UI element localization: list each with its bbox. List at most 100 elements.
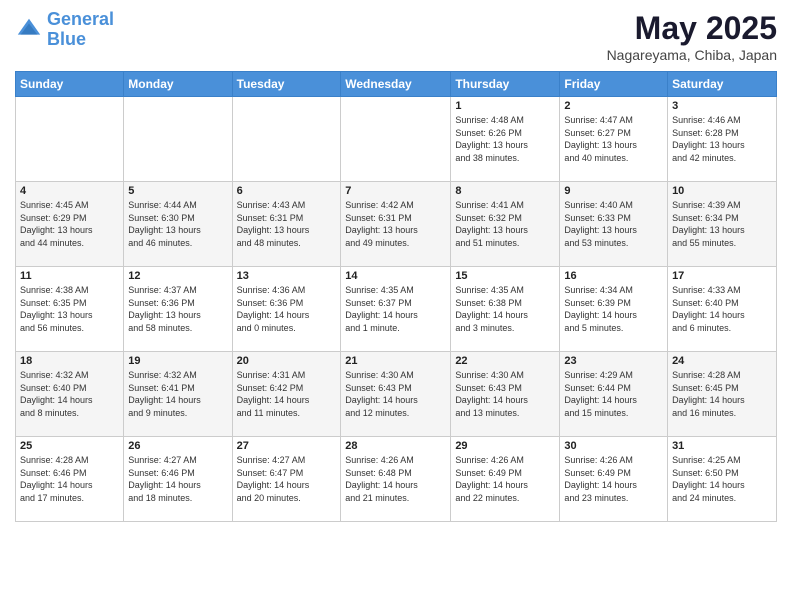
table-row: 7Sunrise: 4:42 AM Sunset: 6:31 PM Daylig…: [341, 182, 451, 267]
table-row: 20 Sunrise: 4:31 AM Sunset: 6:42 PM Dayli…: [232, 352, 341, 437]
day-number: 16: [564, 270, 663, 282]
day-number: 29: [455, 440, 555, 452]
day-info: Sunrise: 4:26 AM Sunset: 6:48 PM Dayligh…: [345, 454, 446, 504]
col-tuesday: Tuesday: [232, 72, 341, 97]
day-info: Sunrise: 4:35 AM Sunset: 6:37 PM Dayligh…: [345, 284, 446, 334]
day-number: 21: [345, 355, 446, 367]
table-row: 9Sunrise: 4:40 AM Sunset: 6:33 PM Daylig…: [560, 182, 668, 267]
day-info: Sunrise: 4:47 AM Sunset: 6:27 PM Dayligh…: [564, 114, 663, 164]
day-info: Sunrise: 4:40 AM Sunset: 6:33 PM Dayligh…: [564, 199, 663, 249]
table-row: 3 Sunrise: 4:46 AM Sunset: 6:28 PM Daylig…: [668, 97, 777, 182]
subtitle: Nagareyama, Chiba, Japan: [607, 47, 777, 63]
day-info: Sunrise: 4:34 AM Sunset: 6:39 PM Dayligh…: [564, 284, 663, 334]
day-number: 12: [128, 270, 227, 282]
day-number: 25: [20, 440, 119, 452]
table-row: 15 Sunrise: 4:35 AM Sunset: 6:38 PM Dayli…: [451, 267, 560, 352]
day-number: 28: [345, 440, 446, 452]
table-row: 12 Sunrise: 4:37 AM Sunset: 6:36 PM Dayli…: [124, 267, 232, 352]
col-saturday: Saturday: [668, 72, 777, 97]
day-number: 20: [237, 355, 337, 367]
day-info: Sunrise: 4:28 AM Sunset: 6:46 PM Dayligh…: [20, 454, 119, 504]
day-info: Sunrise: 4:44 AM Sunset: 6:30 PM Dayligh…: [128, 199, 227, 249]
day-info: Sunrise: 4:46 AM Sunset: 6:28 PM Dayligh…: [672, 114, 772, 164]
table-row: 6Sunrise: 4:43 AM Sunset: 6:31 PM Daylig…: [232, 182, 341, 267]
day-info: Sunrise: 4:32 AM Sunset: 6:40 PM Dayligh…: [20, 369, 119, 419]
table-row: 18 Sunrise: 4:32 AM Sunset: 6:40 PM Dayli…: [16, 352, 124, 437]
day-info: Sunrise: 4:35 AM Sunset: 6:38 PM Dayligh…: [455, 284, 555, 334]
col-thursday: Thursday: [451, 72, 560, 97]
day-number: 3: [672, 100, 772, 112]
day-info: Sunrise: 4:43 AM Sunset: 6:31 PM Dayligh…: [237, 199, 337, 249]
header: General Blue May 2025 Nagareyama, Chiba,…: [15, 10, 777, 63]
day-info: Sunrise: 4:26 AM Sunset: 6:49 PM Dayligh…: [455, 454, 555, 504]
day-info: Sunrise: 4:29 AM Sunset: 6:44 PM Dayligh…: [564, 369, 663, 419]
day-number: 17: [672, 270, 772, 282]
table-row: 4 Sunrise: 4:45 AM Sunset: 6:29 PM Daylig…: [16, 182, 124, 267]
table-row: 14 Sunrise: 4:35 AM Sunset: 6:37 PM Dayli…: [341, 267, 451, 352]
col-friday: Friday: [560, 72, 668, 97]
table-row: 10 Sunrise: 4:39 AM Sunset: 6:34 PM Dayli…: [668, 182, 777, 267]
day-number: 22: [455, 355, 555, 367]
table-row: 22Sunrise: 4:30 AM Sunset: 6:43 PM Dayli…: [451, 352, 560, 437]
day-info: Sunrise: 4:41 AM Sunset: 6:32 PM Dayligh…: [455, 199, 555, 249]
day-info: Sunrise: 4:26 AM Sunset: 6:49 PM Dayligh…: [564, 454, 663, 504]
day-info: Sunrise: 4:28 AM Sunset: 6:45 PM Dayligh…: [672, 369, 772, 419]
table-row: 23 Sunrise: 4:29 AM Sunset: 6:44 PM Dayli…: [560, 352, 668, 437]
table-row: 30Sunrise: 4:26 AM Sunset: 6:49 PM Dayli…: [560, 437, 668, 522]
day-number: 23: [564, 355, 663, 367]
logo-line2: Blue: [47, 29, 86, 49]
day-number: 18: [20, 355, 119, 367]
logo: General Blue: [15, 10, 114, 50]
main-title: May 2025: [607, 10, 777, 47]
col-monday: Monday: [124, 72, 232, 97]
day-number: 4: [20, 185, 119, 197]
table-row: [232, 97, 341, 182]
day-info: Sunrise: 4:32 AM Sunset: 6:41 PM Dayligh…: [128, 369, 227, 419]
table-row: 27Sunrise: 4:27 AM Sunset: 6:47 PM Dayli…: [232, 437, 341, 522]
day-info: Sunrise: 4:37 AM Sunset: 6:36 PM Dayligh…: [128, 284, 227, 334]
table-row: [16, 97, 124, 182]
col-wednesday: Wednesday: [341, 72, 451, 97]
day-number: 5: [128, 185, 227, 197]
day-number: 19: [128, 355, 227, 367]
calendar-week-row: 25 Sunrise: 4:28 AM Sunset: 6:46 PM Dayli…: [16, 437, 777, 522]
calendar-week-row: 4 Sunrise: 4:45 AM Sunset: 6:29 PM Daylig…: [16, 182, 777, 267]
table-row: [124, 97, 232, 182]
day-number: 11: [20, 270, 119, 282]
calendar-week-row: 18 Sunrise: 4:32 AM Sunset: 6:40 PM Dayli…: [16, 352, 777, 437]
day-number: 24: [672, 355, 772, 367]
table-row: 24 Sunrise: 4:28 AM Sunset: 6:45 PM Dayli…: [668, 352, 777, 437]
logo-text: General Blue: [47, 10, 114, 50]
table-row: [341, 97, 451, 182]
day-number: 13: [237, 270, 337, 282]
day-info: Sunrise: 4:39 AM Sunset: 6:34 PM Dayligh…: [672, 199, 772, 249]
table-row: 17Sunrise: 4:33 AM Sunset: 6:40 PM Dayli…: [668, 267, 777, 352]
day-number: 8: [455, 185, 555, 197]
day-number: 15: [455, 270, 555, 282]
day-info: Sunrise: 4:36 AM Sunset: 6:36 PM Dayligh…: [237, 284, 337, 334]
table-row: 31Sunrise: 4:25 AM Sunset: 6:50 PM Dayli…: [668, 437, 777, 522]
table-row: 25 Sunrise: 4:28 AM Sunset: 6:46 PM Dayli…: [16, 437, 124, 522]
table-row: 28 Sunrise: 4:26 AM Sunset: 6:48 PM Dayli…: [341, 437, 451, 522]
day-info: Sunrise: 4:48 AM Sunset: 6:26 PM Dayligh…: [455, 114, 555, 164]
day-number: 2: [564, 100, 663, 112]
table-row: 11 Sunrise: 4:38 AM Sunset: 6:35 PM Dayli…: [16, 267, 124, 352]
day-number: 26: [128, 440, 227, 452]
table-row: 29 Sunrise: 4:26 AM Sunset: 6:49 PM Dayli…: [451, 437, 560, 522]
day-info: Sunrise: 4:30 AM Sunset: 6:43 PM Dayligh…: [345, 369, 446, 419]
calendar-week-row: 11 Sunrise: 4:38 AM Sunset: 6:35 PM Dayli…: [16, 267, 777, 352]
table-row: 1Sunrise: 4:48 AM Sunset: 6:26 PM Daylig…: [451, 97, 560, 182]
table-row: 2 Sunrise: 4:47 AM Sunset: 6:27 PM Daylig…: [560, 97, 668, 182]
day-info: Sunrise: 4:25 AM Sunset: 6:50 PM Dayligh…: [672, 454, 772, 504]
day-info: Sunrise: 4:31 AM Sunset: 6:42 PM Dayligh…: [237, 369, 337, 419]
day-number: 14: [345, 270, 446, 282]
logo-icon: [15, 16, 43, 44]
calendar-week-row: 1Sunrise: 4:48 AM Sunset: 6:26 PM Daylig…: [16, 97, 777, 182]
day-info: Sunrise: 4:38 AM Sunset: 6:35 PM Dayligh…: [20, 284, 119, 334]
col-sunday: Sunday: [16, 72, 124, 97]
table-row: 21 Sunrise: 4:30 AM Sunset: 6:43 PM Dayli…: [341, 352, 451, 437]
day-number: 10: [672, 185, 772, 197]
day-info: Sunrise: 4:45 AM Sunset: 6:29 PM Dayligh…: [20, 199, 119, 249]
day-info: Sunrise: 4:42 AM Sunset: 6:31 PM Dayligh…: [345, 199, 446, 249]
calendar-header-row: Sunday Monday Tuesday Wednesday Thursday…: [16, 72, 777, 97]
